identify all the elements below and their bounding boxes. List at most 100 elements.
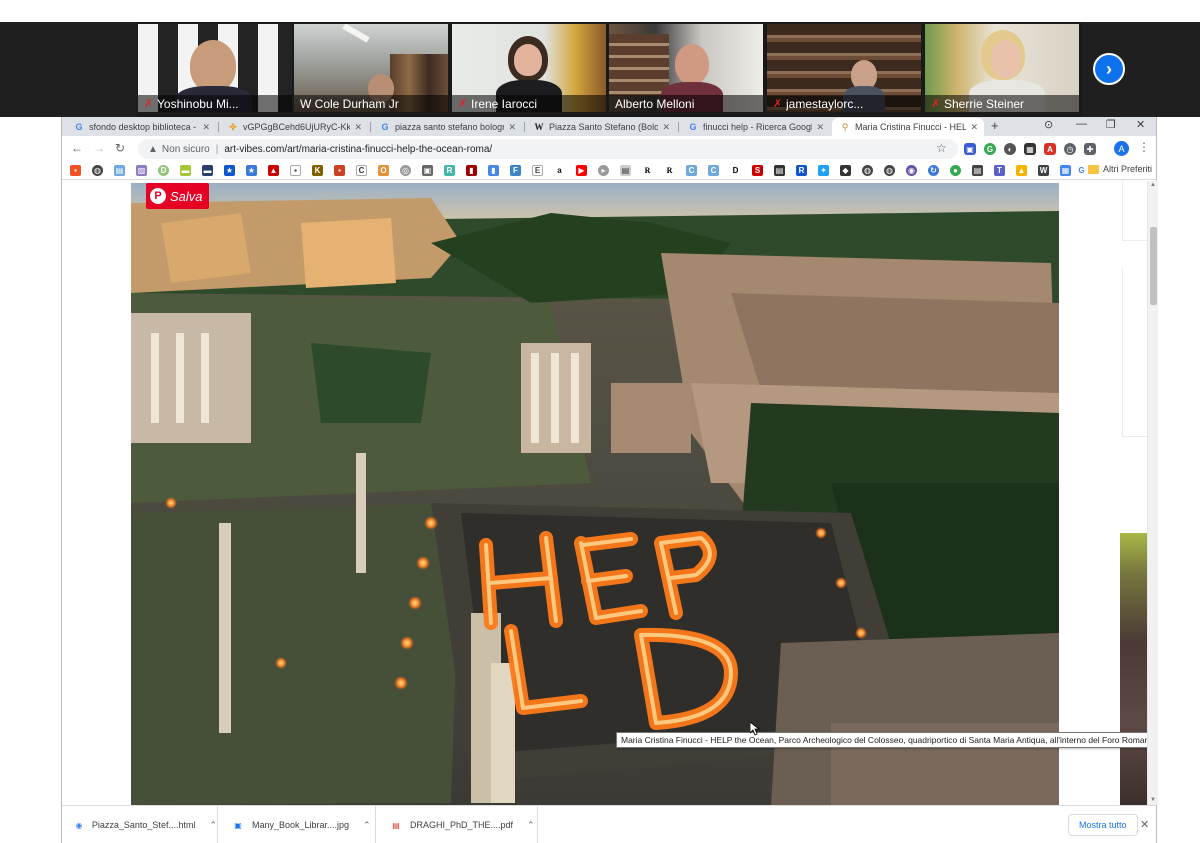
download-item-1[interactable]: ◉ Piazza_Santo_Stef....html ⌃ [62, 806, 218, 843]
chevron-up-icon[interactable]: ⌃ [363, 820, 371, 831]
scroll-up-icon[interactable]: ▲ [1150, 182, 1156, 188]
tab-search-icon[interactable]: ⊙ [1044, 118, 1053, 131]
bookmark-green-icon[interactable]: ▬ [180, 165, 191, 176]
tab-2[interactable]: ✤ vGPGgBCehd6UjURyC-KkXr2 ✕ [220, 118, 368, 136]
chevron-up-icon[interactable]: ⌃ [209, 820, 217, 831]
minimize-button[interactable]: — [1076, 118, 1087, 130]
tab-5[interactable]: G finucci help - Ricerca Google ✕ [680, 118, 830, 136]
bookmark-k-icon[interactable]: K [312, 165, 323, 176]
bookmark-gray-icon[interactable]: ◎ [400, 165, 411, 176]
extension-grammarly-icon[interactable]: G [984, 143, 996, 155]
bookmark-flag-icon[interactable]: ▬ [202, 165, 213, 176]
bookmark-roi-icon[interactable]: R [796, 165, 807, 176]
menu-kebab-icon[interactable]: ⋮ [1138, 140, 1150, 154]
page-scrollbar[interactable]: ▲ ▼ [1147, 181, 1158, 805]
bookmark-doc2-icon[interactable]: ▤ [972, 165, 983, 176]
tab-6[interactable]: ⚲ Maria Cristina Finucci - HELP ✕ [832, 118, 984, 136]
bookmark-globe3-icon[interactable]: ◍ [884, 165, 895, 176]
tab-3[interactable]: G piazza santo stefano bologna ✕ [372, 118, 522, 136]
bookmark-apps-icon[interactable]: ▪ [70, 165, 81, 176]
close-tab-icon[interactable]: ✕ [508, 122, 516, 133]
bookmark-dark2-icon[interactable]: ▤ [774, 165, 785, 176]
bookmark-orange-icon[interactable]: ▪ [334, 165, 345, 176]
scrollbar-thumb[interactable] [1150, 227, 1157, 305]
bookmark-twitter-icon[interactable]: ✦ [818, 165, 829, 176]
bookmark-amazon-icon[interactable]: a [554, 165, 565, 176]
close-tab-icon[interactable]: ✕ [354, 122, 362, 133]
bookmark-cycle-icon[interactable]: ↻ [928, 165, 939, 176]
bookmark-d2-icon[interactable]: D [730, 165, 741, 176]
new-tab-button[interactable]: + [991, 118, 999, 133]
extension-grid-icon[interactable]: ▦ [1024, 143, 1036, 155]
participant-tile-4[interactable]: Alberto Melloni [609, 24, 763, 112]
bookmark-f-icon[interactable]: F [510, 165, 521, 176]
extension-pdf-icon[interactable]: A [1044, 143, 1056, 155]
tab-1[interactable]: G sfondo desktop biblioteca - Ri ✕ [66, 118, 216, 136]
bookmark-eu2-icon[interactable]: ★ [246, 165, 257, 176]
participant-tile-1[interactable]: ✗ Yoshinobu Mi... [138, 24, 292, 112]
other-bookmarks-folder[interactable]: Altri Preferiti [1088, 164, 1152, 174]
forward-arrow-icon[interactable]: → [93, 141, 105, 155]
bookmark-o-icon[interactable]: O [378, 165, 389, 176]
chevron-up-icon[interactable]: ⌃ [527, 820, 535, 831]
bookmark-light-icon[interactable]: ▤ [620, 165, 631, 176]
show-all-downloads-button[interactable]: Mostra tutto [1068, 814, 1138, 836]
bookmark-doc-icon[interactable]: ▤ [114, 165, 125, 176]
bookmark-c2-icon[interactable]: C [686, 165, 697, 176]
bookmark-star-icon[interactable]: ☆ [936, 141, 947, 155]
participant-tile-2[interactable]: W Cole Durham Jr [294, 24, 448, 112]
bookmark-white-icon[interactable]: ▪ [290, 165, 301, 176]
bookmark-r-icon[interactable]: R [642, 165, 653, 176]
participant-tile-6[interactable]: ✗ Sherrie Steiner [925, 24, 1079, 112]
bookmark-c3-icon[interactable]: C [708, 165, 719, 176]
bookmark-purple-icon[interactable]: ◉ [906, 165, 917, 176]
url-text[interactable]: art-vibes.com/art/maria-cristina-finucci… [224, 144, 492, 155]
close-downloads-button[interactable]: ✕ [1140, 818, 1149, 831]
bookmark-eu-icon[interactable]: ★ [224, 165, 235, 176]
bookmark-image-icon[interactable]: ▨ [136, 165, 147, 176]
participant-tile-3[interactable]: ✗ Irene Iarocci [452, 24, 606, 112]
extension-circle-icon[interactable]: ◐ [1004, 143, 1016, 155]
bookmark-e-icon[interactable]: E [532, 165, 543, 176]
bookmark-calendar-icon[interactable]: ▦ [1060, 165, 1071, 176]
bookmark-globe2-icon[interactable]: ◍ [862, 165, 873, 176]
address-bar[interactable]: ▲ Non sicuro | art-vibes.com/art/maria-c… [138, 139, 958, 159]
extensions-puzzle-icon[interactable]: ✚ [1084, 143, 1096, 155]
bookmark-s-icon[interactable]: S [752, 165, 763, 176]
pinterest-save-button[interactable]: P Salva [146, 183, 209, 209]
tab-4[interactable]: W Piazza Santo Stefano (Bologna ✕ [526, 118, 676, 136]
close-window-button[interactable]: ✕ [1136, 118, 1145, 131]
bookmark-r2-icon[interactable]: R [664, 165, 675, 176]
bookmark-drive-icon[interactable]: ▲ [1016, 165, 1027, 176]
participant-tile-5[interactable]: ✗ jamestaylorc... [767, 24, 921, 112]
close-tab-icon[interactable]: ✕ [202, 122, 210, 133]
bookmark-diamond-icon[interactable]: ◆ [840, 165, 851, 176]
back-arrow-icon[interactable]: ← [71, 141, 83, 155]
bookmark-blue-icon[interactable]: ▮ [488, 165, 499, 176]
bookmark-google-icon[interactable]: G [1076, 165, 1087, 176]
extension-shield-icon[interactable]: ▣ [964, 143, 976, 155]
bookmark-we-icon[interactable]: W [1038, 165, 1049, 176]
bookmark-teal-icon[interactable]: R [444, 165, 455, 176]
download-item-2[interactable]: ▣ Many_Book_Librar....jpg ⌃ [220, 806, 376, 843]
bookmark-youtube-icon[interactable]: ▶ [576, 165, 587, 176]
bookmark-play-icon[interactable]: ▸ [598, 165, 609, 176]
artwork-image[interactable] [131, 183, 1059, 805]
reload-icon[interactable]: ↻ [115, 141, 125, 155]
close-tab-icon[interactable]: ✕ [970, 122, 978, 133]
bookmark-globe-icon[interactable]: ◍ [92, 165, 103, 176]
extension-timer-icon[interactable]: ◷ [1064, 143, 1076, 155]
bookmark-chat-icon[interactable]: ● [950, 165, 961, 176]
maximize-button[interactable]: ❐ [1106, 118, 1116, 131]
close-tab-icon[interactable]: ✕ [816, 122, 824, 133]
close-tab-icon[interactable]: ✕ [662, 122, 670, 133]
security-label[interactable]: Non sicuro [162, 144, 210, 155]
bookmark-maroon-icon[interactable]: ▮ [466, 165, 477, 176]
bookmark-d-icon[interactable]: D [158, 165, 169, 176]
bookmark-c-icon[interactable]: C [356, 165, 367, 176]
download-item-3[interactable]: ▤ DRAGHI_PhD_THE....pdf ⌃ [378, 806, 538, 843]
bookmark-teams-icon[interactable]: T [994, 165, 1005, 176]
bookmark-red-icon[interactable]: ▲ [268, 165, 279, 176]
scroll-down-icon[interactable]: ▼ [1150, 797, 1156, 803]
sidebar-thumbnail[interactable] [1120, 533, 1147, 805]
